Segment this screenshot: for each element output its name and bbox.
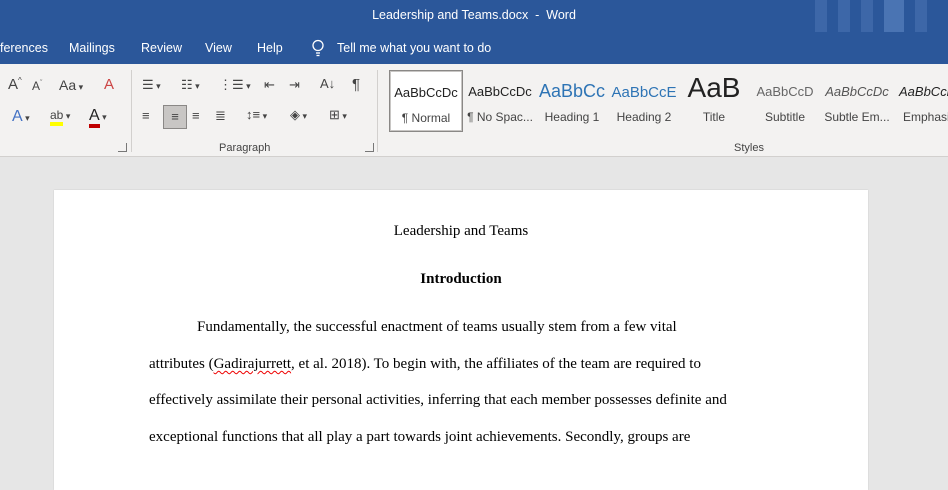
style-heading-2[interactable]: AaBbCcE Heading 2: [608, 70, 680, 130]
paragraph-group-label: Paragraph: [219, 142, 271, 154]
align-left-icon[interactable]: ≡: [142, 108, 150, 123]
tab-references[interactable]: ferences: [0, 41, 48, 55]
tab-view[interactable]: View: [205, 41, 232, 55]
style-preview: AaBbCcE: [611, 84, 677, 101]
change-case-icon[interactable]: Aa ▾: [59, 77, 83, 93]
paragraph-line: exceptional functions that all play a pa…: [149, 429, 691, 445]
font-dialog-launcher-icon[interactable]: [118, 143, 127, 152]
shrink-font-icon[interactable]: Aˇ: [32, 79, 42, 93]
style-preview: AaB: [687, 72, 741, 103]
paragraph-line: attributes (Gadirajurrett, et al. 2018).…: [149, 356, 701, 373]
style-label: Title: [702, 110, 726, 124]
title-decoration: [915, 0, 927, 32]
paragraph-line: Fundamentally, the successful enactment …: [197, 319, 677, 335]
line-spacing-icon[interactable]: ↕≡ ▾: [246, 107, 267, 122]
title-decoration: [861, 0, 873, 32]
paragraph-line: effectively assimilate their personal ac…: [149, 392, 727, 408]
style-label: Subtle Em...: [824, 110, 890, 124]
document-heading: Introduction: [420, 271, 502, 287]
style-no-spacing[interactable]: AaBbCcDc ¶ No Spac...: [464, 70, 536, 130]
line-text: attributes (: [149, 356, 214, 372]
window-title: Leadership and Teams.docx - Word: [0, 8, 948, 22]
font-color-icon[interactable]: A ▾: [89, 107, 107, 128]
title-bar: Leadership and Teams.docx - Word: [0, 0, 948, 32]
text-effects-icon[interactable]: A ▾: [12, 108, 30, 126]
style-normal[interactable]: AaBbCcDc ¶ Normal: [389, 70, 463, 132]
sort-icon[interactable]: A↓: [320, 76, 335, 91]
clear-formatting-icon[interactable]: A: [104, 76, 114, 93]
style-label: ¶ Normal: [401, 111, 451, 125]
app-name: Word: [546, 8, 576, 22]
line-text: , et al. 2018). To begin with, the affil…: [291, 356, 701, 372]
tab-help[interactable]: Help: [257, 41, 283, 55]
shading-icon[interactable]: ◈ ▾: [290, 107, 307, 123]
style-heading-1[interactable]: AaBbCc Heading 1: [536, 70, 608, 130]
grow-font-icon[interactable]: A^: [8, 76, 22, 93]
title-decoration: [815, 0, 827, 32]
bullets-icon[interactable]: ☰ ▾: [142, 77, 161, 93]
group-divider: [131, 70, 132, 152]
document-title: Leadership and Teams: [393, 223, 529, 239]
align-right-icon[interactable]: ≡: [192, 108, 200, 123]
lightbulb-icon[interactable]: [311, 39, 325, 57]
show-formatting-marks-icon[interactable]: ¶: [352, 76, 360, 93]
style-preview: AaBbCcDc: [825, 84, 889, 99]
title-separator: -: [535, 8, 540, 22]
increase-indent-icon[interactable]: ⇥: [289, 77, 300, 93]
style-label: Subtitle: [764, 110, 806, 124]
highlight-color-icon[interactable]: ab ▾: [50, 108, 70, 126]
style-label: Heading 1: [544, 110, 600, 124]
tab-mailings[interactable]: Mailings: [69, 41, 115, 55]
document-page[interactable]: Leadership and Teams Introduction Fundam…: [54, 190, 868, 490]
document-name: Leadership and Teams.docx: [372, 8, 529, 22]
style-preview: AaBbCc: [538, 81, 606, 101]
title-decoration: [884, 0, 904, 32]
style-label: Emphasis: [903, 110, 948, 124]
justify-icon[interactable]: ≣: [215, 108, 226, 124]
style-preview: AaBbCcDc: [394, 85, 458, 100]
borders-icon[interactable]: ⊞ ▾: [329, 107, 347, 123]
numbering-icon[interactable]: ☷ ▾: [181, 77, 200, 93]
multilevel-list-icon[interactable]: ⋮☰ ▾: [219, 77, 251, 93]
style-preview: AaBbCcl: [899, 84, 948, 99]
tab-review[interactable]: Review: [141, 41, 182, 55]
paragraph-dialog-launcher-icon[interactable]: [365, 143, 374, 152]
style-preview: AaBbCcDc: [468, 84, 532, 99]
styles-group-label: Styles: [734, 142, 764, 154]
ribbon: A^ Aˇ Aa ▾ A A ▾ ab ▾ A ▾ ☰ ▾ ☷ ▾ ⋮☰ ▾ ⇤…: [0, 64, 948, 157]
decrease-indent-icon[interactable]: ⇤: [264, 77, 275, 93]
style-subtitle[interactable]: AaBbCcD Subtitle: [749, 70, 821, 130]
title-decoration: [838, 0, 850, 32]
style-preview: AaBbCcD: [756, 84, 814, 99]
misspelled-word[interactable]: Gadirajurrett: [214, 356, 291, 372]
style-label: ¶ No Spac...: [467, 110, 533, 124]
style-label: Heading 2: [616, 110, 672, 124]
style-emphasis[interactable]: AaBbCcl Emphasis: [895, 70, 948, 130]
center-align-icon[interactable]: ≡: [163, 105, 187, 129]
tell-me-search[interactable]: Tell me what you want to do: [337, 41, 491, 55]
ribbon-tabs: ferences Mailings Review View Help Tell …: [0, 32, 948, 64]
style-subtle-emphasis[interactable]: AaBbCcDc Subtle Em...: [821, 70, 893, 130]
group-divider: [377, 70, 378, 152]
style-title[interactable]: AaB Title: [678, 70, 750, 130]
styles-gallery: AaBbCcDc ¶ Normal AaBbCcDc ¶ No Spac... …: [387, 70, 948, 132]
